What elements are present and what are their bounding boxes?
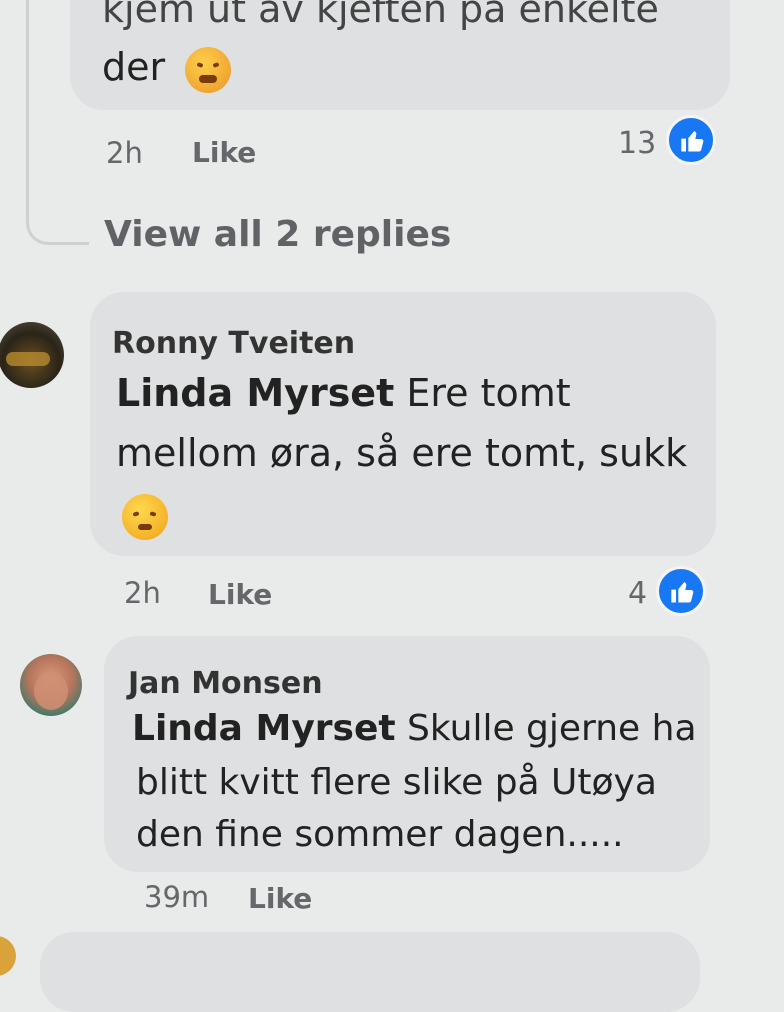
comment-time: 2h (124, 576, 161, 610)
comment-text-line1: Skulle gjerne ha (395, 708, 697, 749)
comment-text-line2: mellom øra, så ere tomt, sukk (116, 431, 688, 475)
like-button[interactable]: Like (192, 136, 256, 169)
comment-bubble-top: kjem ut av kjeften på enkelte der (70, 0, 730, 110)
angry-face-icon (185, 46, 232, 93)
comment-text-end-word: der (102, 45, 166, 89)
comment-text-line1: Ere tomt (394, 371, 571, 415)
comment-bubble: Ronny Tveiten Linda Myrset Ere tomt mell… (90, 292, 716, 556)
like-reaction-badge[interactable] (656, 566, 706, 616)
comment-bubble: Jan Monsen Linda Myrset Skulle gjerne ha… (104, 636, 710, 872)
comment-text-line2: blitt kvitt flere slike på Utøya (136, 762, 657, 803)
avatar[interactable] (0, 322, 64, 388)
avatar-detail (6, 352, 50, 366)
comment-mention[interactable]: Linda Myrset (132, 708, 396, 749)
like-button[interactable]: Like (208, 578, 272, 611)
view-all-replies-link[interactable]: View all 2 replies (104, 214, 451, 255)
comment-text-end: der (102, 38, 232, 96)
sad-face-icon (122, 494, 168, 540)
thumbs-up-icon (671, 582, 694, 603)
like-count: 13 (618, 126, 657, 161)
comment-author[interactable]: Jan Monsen (128, 666, 323, 701)
avatar[interactable] (20, 654, 82, 716)
like-count: 4 (628, 576, 648, 611)
comment-text-line3: den fine sommer dagen..... (136, 814, 624, 855)
comment-text: Linda Myrset Ere tomt (116, 364, 571, 422)
comment-time: 2h (106, 136, 143, 170)
comment-mention[interactable]: Linda Myrset (116, 371, 394, 415)
avatar-next[interactable] (0, 936, 16, 976)
comment-bubble-next (40, 932, 700, 1012)
comment-author[interactable]: Ronny Tveiten (112, 326, 355, 361)
like-reaction-badge[interactable] (666, 115, 716, 165)
comment-text: Linda Myrset Skulle gjerne ha (132, 700, 697, 758)
comment-text-partial: kjem ut av kjeften på enkelte (102, 0, 659, 31)
like-button[interactable]: Like (248, 882, 312, 915)
avatar-detail (34, 672, 68, 710)
comment-time: 39m (144, 880, 210, 914)
thumbs-up-icon (681, 131, 704, 152)
